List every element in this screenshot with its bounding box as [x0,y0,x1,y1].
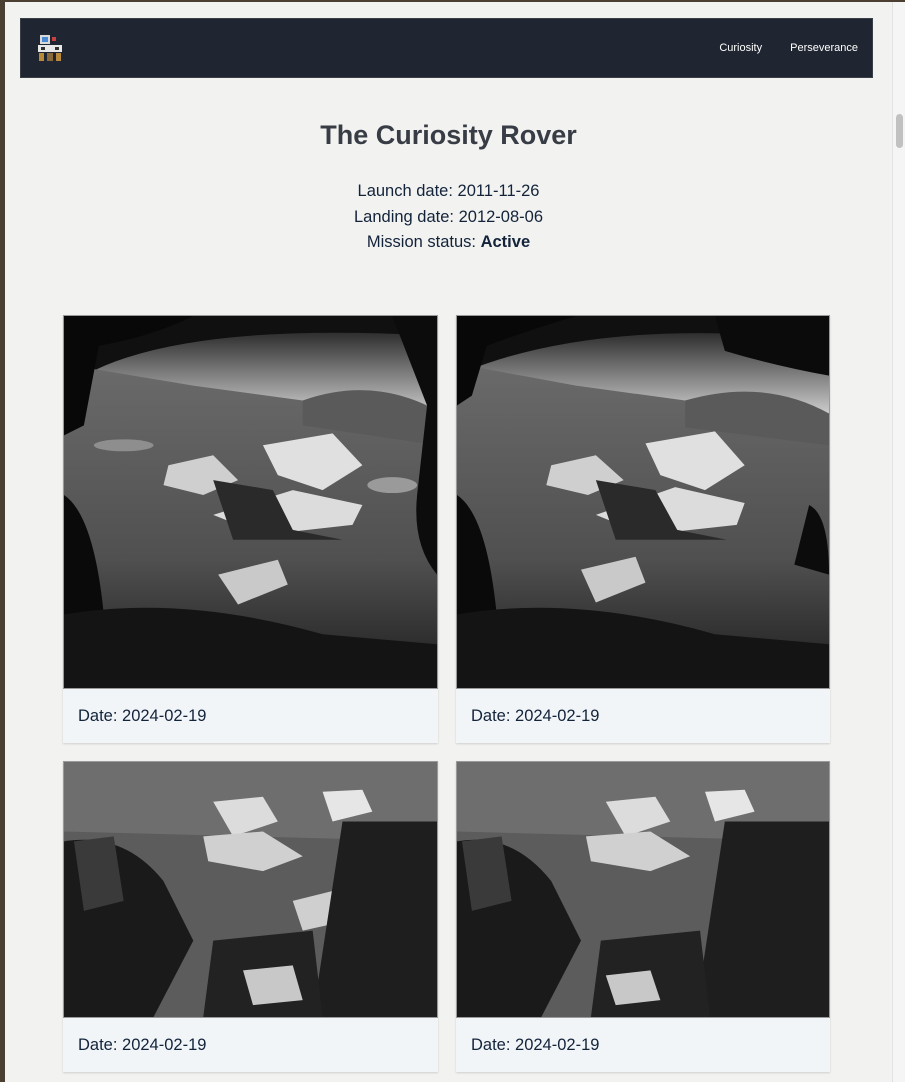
launch-value: 2011-11-26 [457,182,540,200]
mars-photo[interactable] [456,761,830,1018]
photo-card[interactable]: Date: 2024-02-19 [456,761,830,1072]
page-viewport: Curiosity Perseverance The Curiosity Rov… [5,2,892,1082]
landing-date: Landing date: 2012-08-06 [5,205,892,231]
launch-date: Launch date: 2011-11-26 [5,179,892,205]
photo-card[interactable]: Date: 2024-02-19 [456,315,830,743]
photo-date: Date: 2024-02-19 [78,707,207,725]
mars-photo[interactable] [63,761,438,1018]
status-label: Mission status: [366,233,481,251]
vertical-scrollbar[interactable] [892,2,905,1082]
photo-card[interactable]: Date: 2024-02-19 [63,761,438,1072]
nav-link-perseverance[interactable]: Perseverance [790,42,858,54]
photo-date: Date: 2024-02-19 [78,1036,207,1054]
mars-photo[interactable] [63,315,438,689]
nav-link-curiosity[interactable]: Curiosity [719,42,762,54]
rover-logo-icon[interactable] [37,33,63,63]
status-value: Active [480,233,531,251]
scrollbar-thumb[interactable] [896,114,903,148]
photo-date: Date: 2024-02-19 [471,707,600,725]
mission-info: Launch date: 2011-11-26 Landing date: 20… [5,179,892,256]
landing-label: Landing date: [354,207,459,226]
photo-card[interactable]: Date: 2024-02-19 [63,315,438,743]
launch-label: Launch date: [357,182,458,200]
mars-photo[interactable] [456,315,830,689]
landing-value: 2012-08-06 [458,207,543,226]
mission-status: Mission status: Active [5,230,892,256]
photo-date: Date: 2024-02-19 [471,1036,600,1054]
navbar: Curiosity Perseverance [20,18,873,78]
page-title: The Curiosity Rover [320,120,577,150]
